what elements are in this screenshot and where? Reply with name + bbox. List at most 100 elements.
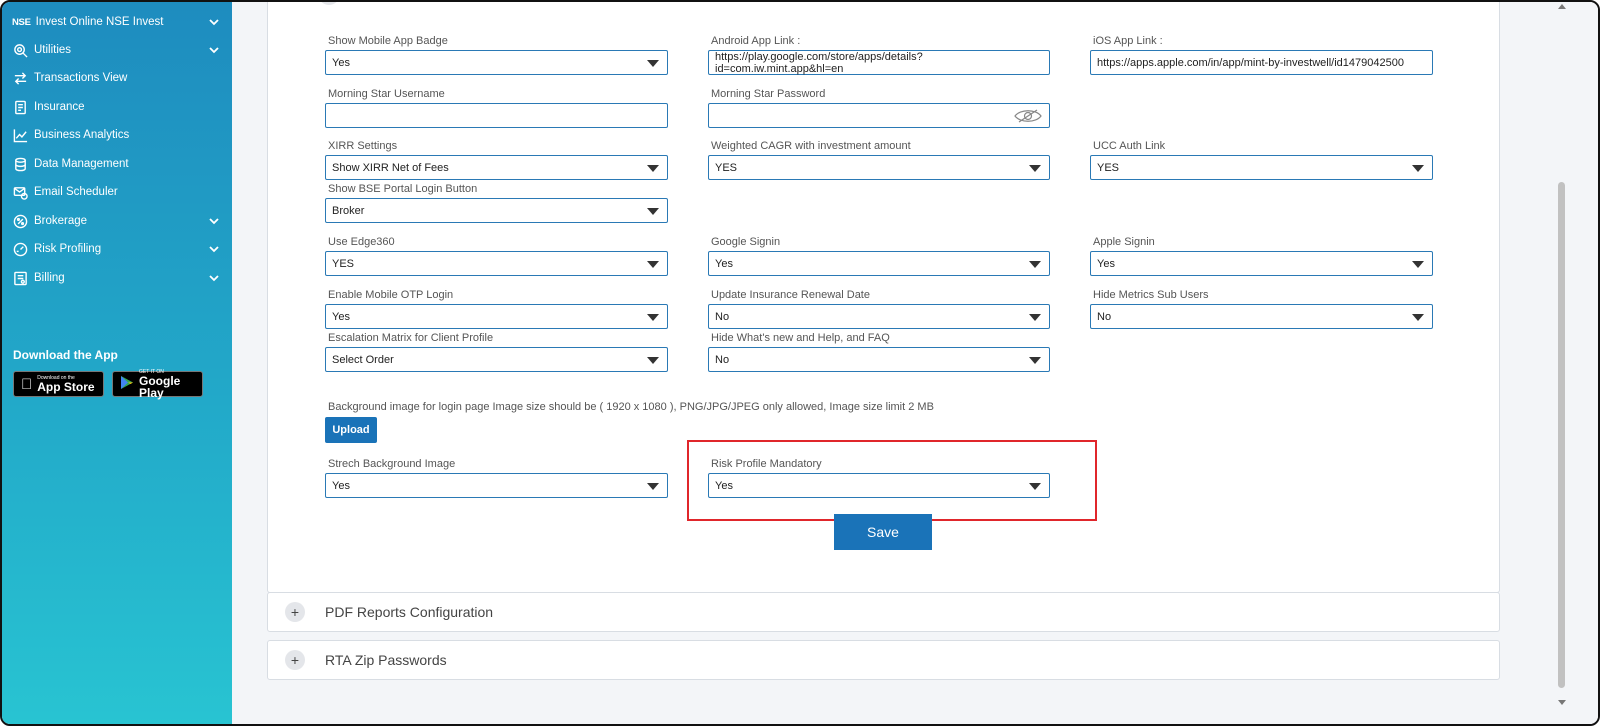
- stretch-background-label: Strech Background Image: [328, 458, 456, 470]
- hide-metrics-sub-users-label: Hide Metrics Sub Users: [1093, 289, 1209, 301]
- sidebar-item-label: Business Analytics: [34, 129, 130, 141]
- update-insurance-renewal-select[interactable]: No: [708, 304, 1050, 329]
- ucc-auth-link-select[interactable]: YES: [1090, 155, 1433, 180]
- save-button[interactable]: Save: [834, 514, 932, 550]
- chevron-down-icon: [208, 272, 220, 284]
- dropdown-arrow-icon: [647, 483, 659, 490]
- morning-star-username-input[interactable]: [325, 103, 668, 128]
- sidebar-item-data-management[interactable]: Data Management: [2, 151, 232, 177]
- gauge-icon: [12, 241, 28, 257]
- sidebar-item-label: Utilities: [34, 44, 72, 56]
- rta-zip-passwords-accordion[interactable]: + RTA Zip Passwords: [267, 640, 1500, 680]
- app-store-badge[interactable]:  Download on the App Store: [13, 371, 104, 397]
- sidebar: NSE Invest Online NSE Invest Utilities T…: [2, 2, 232, 724]
- hide-metrics-sub-users-select[interactable]: No: [1090, 304, 1433, 329]
- background-image-help-text: Background image for login page Image si…: [328, 401, 934, 413]
- dropdown-arrow-icon: [1412, 314, 1424, 321]
- scroll-down-arrow-icon[interactable]: [1558, 700, 1566, 705]
- sidebar-item-risk-profiling[interactable]: Risk Profiling: [2, 236, 232, 262]
- pdf-reports-configuration-accordion[interactable]: + PDF Reports Configuration: [267, 592, 1500, 632]
- nse-logo-icon: NSE: [12, 16, 31, 28]
- android-app-link-input[interactable]: https://play.google.com/store/apps/detai…: [708, 50, 1050, 75]
- show-mobile-app-badge-label: Show Mobile App Badge: [328, 35, 448, 47]
- dropdown-arrow-icon: [647, 60, 659, 67]
- select-value: Yes: [1097, 257, 1115, 270]
- sidebar-item-business-analytics[interactable]: Business Analytics: [2, 122, 232, 148]
- percent-icon: [12, 213, 28, 229]
- hide-whats-new-label: Hide What's new and Help, and FAQ: [711, 332, 890, 344]
- show-bse-portal-select[interactable]: Broker: [325, 198, 668, 223]
- panel-toggle-icon[interactable]: [318, 2, 340, 5]
- sidebar-item-label: Email Scheduler: [34, 186, 118, 198]
- show-mobile-app-badge-select[interactable]: Yes: [325, 50, 668, 75]
- download-app-title: Download the App: [13, 348, 118, 362]
- google-play-badge[interactable]: GET IT ON Google Play: [112, 369, 203, 400]
- transfer-arrows-icon: [12, 70, 28, 86]
- utilities-search-icon: [12, 42, 28, 58]
- dropdown-arrow-icon: [647, 314, 659, 321]
- highlight-annotation-box: [687, 440, 1097, 521]
- google-play-big-text: Google Play: [139, 373, 181, 400]
- apple-signin-select[interactable]: Yes: [1090, 251, 1433, 276]
- ucc-auth-link-label: UCC Auth Link: [1093, 140, 1166, 152]
- bill-icon: [12, 270, 28, 286]
- show-bse-portal-label: Show BSE Portal Login Button: [328, 183, 478, 195]
- select-value: No: [1097, 310, 1112, 323]
- email-clock-icon: [12, 184, 28, 200]
- upload-button[interactable]: Upload: [325, 417, 377, 443]
- enable-mobile-otp-select[interactable]: Yes: [325, 304, 668, 329]
- sidebar-item-label: Transactions View: [34, 72, 128, 84]
- select-value: Yes: [332, 479, 350, 492]
- accordion-title: PDF Reports Configuration: [325, 604, 494, 620]
- chart-line-icon: [12, 127, 28, 143]
- morning-star-password-label: Morning Star Password: [711, 88, 826, 100]
- hide-whats-new-select[interactable]: No: [708, 347, 1050, 372]
- plus-icon: +: [285, 602, 305, 622]
- sidebar-item-label: Data Management: [34, 158, 129, 170]
- update-insurance-renewal-label: Update Insurance Renewal Date: [711, 289, 870, 301]
- sidebar-item-transactions-view[interactable]: Transactions View: [2, 65, 232, 91]
- select-value: Show XIRR Net of Fees: [332, 161, 449, 174]
- sidebar-item-brokerage[interactable]: Brokerage: [2, 208, 232, 234]
- xirr-settings-label: XIRR Settings: [328, 140, 398, 152]
- select-value: Yes: [715, 257, 733, 270]
- eye-hidden-icon[interactable]: [1013, 108, 1043, 124]
- dropdown-arrow-icon: [1412, 165, 1424, 172]
- use-edge360-select[interactable]: YES: [325, 251, 668, 276]
- escalation-matrix-select[interactable]: Select Order: [325, 347, 668, 372]
- escalation-matrix-label: Escalation Matrix for Client Profile: [328, 332, 494, 344]
- sidebar-item-billing[interactable]: Billing: [2, 265, 232, 291]
- sidebar-item-utilities[interactable]: Utilities: [2, 37, 232, 63]
- dropdown-arrow-icon: [647, 261, 659, 268]
- app-window: NSE Invest Online NSE Invest Utilities T…: [0, 0, 1600, 726]
- select-value: Broker: [332, 204, 365, 217]
- google-play-icon: [120, 375, 134, 394]
- dropdown-arrow-icon: [647, 357, 659, 364]
- chevron-down-icon: [208, 243, 220, 255]
- scroll-up-arrow-icon[interactable]: [1558, 4, 1566, 9]
- use-edge360-label: Use Edge360: [328, 236, 395, 248]
- sidebar-item-insurance[interactable]: Insurance: [2, 94, 232, 120]
- sidebar-item-label: Insurance: [34, 101, 85, 113]
- dropdown-arrow-icon: [1029, 165, 1041, 172]
- dropdown-arrow-icon: [647, 208, 659, 215]
- weighted-cagr-select[interactable]: YES: [708, 155, 1050, 180]
- dropdown-arrow-icon: [647, 165, 659, 172]
- dropdown-arrow-icon: [1029, 357, 1041, 364]
- xirr-settings-select[interactable]: Show XIRR Net of Fees: [325, 155, 668, 180]
- apple-signin-label: Apple Signin: [1093, 236, 1155, 248]
- morning-star-username-label: Morning Star Username: [328, 88, 445, 100]
- ios-app-link-input[interactable]: https://apps.apple.com/in/app/mint-by-in…: [1090, 50, 1433, 75]
- google-signin-label: Google Signin: [711, 236, 781, 248]
- morning-star-password-input[interactable]: [708, 103, 1050, 128]
- sidebar-item-label: Risk Profiling: [34, 243, 102, 255]
- dropdown-arrow-icon: [1412, 261, 1424, 268]
- ios-app-link-label: iOS App Link :: [1093, 35, 1163, 47]
- google-signin-select[interactable]: Yes: [708, 251, 1050, 276]
- stretch-background-select[interactable]: Yes: [325, 473, 668, 498]
- chevron-down-icon: [208, 16, 220, 28]
- sidebar-item-email-scheduler[interactable]: Email Scheduler: [2, 179, 232, 205]
- sidebar-item-invest-online[interactable]: NSE Invest Online NSE Invest: [2, 9, 232, 35]
- scrollbar-thumb[interactable]: [1558, 182, 1565, 688]
- chevron-down-icon: [208, 44, 220, 56]
